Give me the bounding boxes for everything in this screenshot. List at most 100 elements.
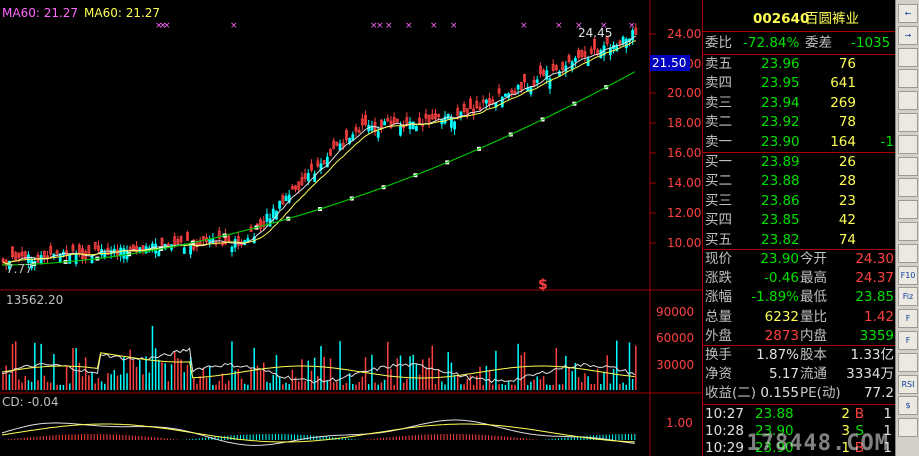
candle-body (484, 99, 488, 104)
stat-label: 现价 (705, 251, 732, 267)
stat-label: 涨跌 (705, 270, 732, 287)
candle-body (504, 93, 507, 97)
ask-level-label: 卖二 (705, 114, 732, 131)
candle-body (265, 213, 269, 222)
toolbar-button[interactable] (898, 134, 918, 154)
candle-body (351, 134, 355, 141)
fundamental-value: 5.17 (768, 366, 799, 383)
ask-price: 23.90 (761, 133, 800, 150)
candle-body (157, 251, 161, 257)
candle-body (306, 173, 310, 181)
stock-header: 002640 百圆裤业 (703, 10, 896, 29)
fundamental-row: 收益(二) 0.155 PE(动) 77.2 (703, 384, 896, 403)
toolbar-button[interactable] (898, 352, 918, 372)
fundamental-value-2: 3334万 (846, 366, 894, 383)
bid-price: 23.85 (761, 212, 800, 229)
bid-volume: 28 (838, 173, 856, 190)
stat-label-2: 今开 (800, 251, 827, 267)
toolbar-button[interactable]: F10 (898, 265, 918, 285)
weicha-label: 委差 (805, 35, 832, 51)
signal-x-marker: × (628, 21, 636, 31)
ask-volume: 641 (830, 75, 856, 92)
price-axis: 24.0022.0020.0018.0016.0014.0012.0010.00… (650, 27, 701, 430)
high-marker: 24.45 (578, 26, 613, 40)
toolbar-button[interactable] (898, 91, 918, 111)
bid-level-row: 买四 23.85 42 (703, 211, 896, 230)
ask-level-label: 卖四 (705, 75, 732, 92)
weibi-label: 委比 (705, 35, 732, 51)
toolbar-button[interactable] (898, 178, 918, 198)
fundamental-value-2: 77.2 (863, 385, 894, 402)
toolbar-button[interactable] (898, 113, 918, 132)
kline-chart[interactable]: 24.0022.0020.0018.0016.0014.0012.0010.00… (0, 0, 702, 456)
stat-label: 总量 (705, 308, 732, 325)
toolbar-button[interactable] (898, 200, 918, 220)
toolbar-button[interactable]: F (898, 309, 918, 329)
toolbar-button[interactable]: Fiz (898, 287, 918, 307)
toolbar-button[interactable]: $ (898, 396, 918, 416)
stat-value-2: 23.85 (855, 289, 894, 306)
ask-level-row: 卖一 23.90 164 -1 (703, 133, 896, 152)
price-tick-label: 16.00 (667, 146, 701, 160)
signal-x-marker: × (430, 21, 438, 31)
stat-value-2: 24.37 (855, 270, 894, 287)
ask-volume: 78 (838, 114, 856, 131)
toolbar-button[interactable] (898, 156, 918, 176)
bid-level-label: 买二 (705, 173, 732, 190)
weibi-value: -72.84% (743, 35, 800, 51)
candle-body (182, 247, 186, 254)
fundamental-row: 净资 5.17 流通 3334万 (703, 365, 896, 384)
toolbar-button[interactable]: ← (898, 4, 918, 23)
kline-chart-area[interactable]: 24.0022.0020.0018.0016.0014.0012.0010.00… (0, 0, 702, 456)
candle-body (278, 200, 282, 209)
price-tick-label: 18.00 (667, 116, 701, 130)
ask-price: 23.95 (761, 75, 800, 92)
toolbar-button[interactable]: F (898, 331, 918, 350)
toolbar-button[interactable] (898, 418, 918, 438)
candle-body (516, 85, 520, 90)
fundamental-value: 1.87% (756, 347, 799, 363)
ask-volume: 164 (830, 133, 856, 150)
signal-x-marker: × (376, 21, 384, 31)
ask-change: -1 (880, 133, 894, 150)
bid-volume: 26 (838, 154, 856, 170)
ask-volume: 76 (838, 56, 856, 72)
signal-x-marker: × (450, 21, 458, 31)
price-tick-label: 20.00 (667, 86, 701, 100)
volume-ma-line-2 (1, 352, 635, 379)
left-price-label: 7.77 (6, 262, 33, 276)
volume-bars (1, 325, 637, 390)
toolbar-button[interactable] (898, 69, 918, 89)
signal-x-marker: × (163, 21, 171, 31)
fundamental-row: 换手 1.87% 股本 1.33亿 (703, 346, 896, 365)
bid-volume: 74 (838, 231, 856, 248)
bid-level-label: 买五 (705, 231, 732, 248)
bid-price: 23.89 (761, 154, 800, 170)
volume-tick-label: 30000 (656, 358, 694, 372)
candle-body (383, 121, 387, 126)
price-tick-label: 10.00 (667, 236, 701, 250)
stat-label-2: 最高 (800, 270, 827, 287)
ask-level-label: 卖五 (705, 56, 732, 72)
toolbar-button[interactable]: RSI (898, 374, 918, 394)
ask-price: 23.96 (761, 56, 800, 72)
bid-level-row: 买三 23.86 23 (703, 192, 896, 211)
ask-level-label: 卖一 (705, 133, 732, 150)
signal-x-marker: × (520, 21, 528, 31)
ask-price: 23.94 (761, 94, 800, 111)
ask-level-row: 卖四 23.95 641 (703, 74, 896, 93)
price-tick-label: 14.00 (667, 176, 701, 190)
toolbar-button[interactable]: → (898, 25, 918, 45)
signal-markers: ××× × ×× × × × × × × × × × (155, 21, 636, 31)
toolbar-button[interactable] (898, 243, 918, 263)
stat-label-2: 量比 (800, 308, 827, 325)
toolbar-button[interactable] (898, 222, 918, 241)
candle-body (414, 126, 418, 132)
stat-value-2: 24.30 (855, 251, 894, 267)
ask-level-row: 卖二 23.92 78 (703, 113, 896, 132)
toolbar-button[interactable] (898, 47, 918, 67)
candle-body (599, 50, 603, 59)
stat-value: 6232 (764, 308, 799, 325)
ask-volume: 269 (830, 94, 856, 111)
ask-level-row: 卖三 23.94 269 (703, 94, 896, 113)
